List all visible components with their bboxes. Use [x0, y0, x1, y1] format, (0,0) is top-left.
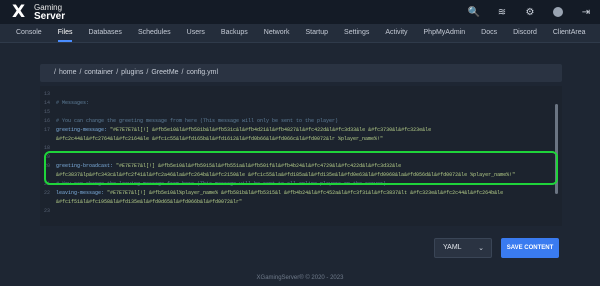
- gear-icon[interactable]: ⚙: [516, 0, 544, 24]
- code-line: 14 # Messages:: [40, 99, 562, 108]
- search-icon-glyph: 🔍: [467, 6, 481, 18]
- tab-activity[interactable]: Activity: [385, 24, 407, 42]
- search-icon[interactable]: 🔍: [460, 0, 488, 24]
- brand-mark: X: [12, 2, 26, 22]
- breadcrumb-item[interactable]: plugins: [121, 69, 143, 76]
- tab-discord[interactable]: Discord: [513, 24, 537, 42]
- tab-databases[interactable]: Databases: [88, 24, 121, 42]
- tab-settings[interactable]: Settings: [344, 24, 369, 42]
- line-number: 15: [43, 109, 50, 115]
- breadcrumb-separator: /: [54, 69, 56, 76]
- line-number: 23: [43, 208, 50, 214]
- top-bar: X Gaming Server 🔍 ≋ ⚙ ⇥: [0, 0, 600, 24]
- tab-backups[interactable]: Backups: [221, 24, 248, 42]
- brand-bottom: Server: [34, 11, 66, 22]
- nav-bar: Console Files Databases Schedules Users Backu…: [0, 24, 600, 43]
- tab-startup[interactable]: Startup: [305, 24, 328, 42]
- code-line: 16 # You can change the greeting message …: [40, 117, 562, 126]
- tab-docs[interactable]: Docs: [481, 24, 497, 42]
- line-number: 16: [43, 118, 50, 124]
- tab-network[interactable]: Network: [264, 24, 290, 42]
- tab-phpmyadmin[interactable]: PhpMyAdmin: [424, 24, 466, 42]
- format-select[interactable]: YAML ⌄: [434, 238, 492, 258]
- line-number: 22: [43, 190, 50, 196]
- line-number: 13: [43, 91, 50, 97]
- code-key-value: greeting-message: "#E7E7E7&l[!] &#fb5e10…: [56, 126, 431, 135]
- line-number: 14: [43, 100, 50, 106]
- code-line: &#fc1f51&l&#fc1958&l&#fd135e&l&#fd0d65&l…: [40, 198, 562, 207]
- brand-logo[interactable]: X Gaming Server: [12, 2, 102, 22]
- tab-users[interactable]: Users: [187, 24, 205, 42]
- tab-schedules[interactable]: Schedules: [138, 24, 171, 42]
- line-number: 17: [43, 127, 50, 133]
- code-text: &#fc1f51&l&#fc1958&l&#fd135e&l&#fd0d65&l…: [56, 199, 243, 205]
- code-value: "#E7E7E7&l[!] &#fb5e10&l&#fb581b&l&#fb53…: [110, 127, 432, 133]
- code-line: 22 leaving-message: "#E7E7E7&l[!] &#fb5e1…: [40, 189, 562, 198]
- avatar[interactable]: [544, 0, 572, 24]
- breadcrumb-separator: /: [181, 69, 184, 76]
- avatar-image: [553, 7, 563, 17]
- code-line: 17 greeting-message: "#E7E7E7&l[!] &#fb5e…: [40, 126, 562, 135]
- chevron-down-icon: ⌄: [478, 244, 484, 252]
- breadcrumb-separator: /: [146, 69, 149, 76]
- format-select-value: YAML: [443, 244, 462, 251]
- code-comment: # Messages:: [56, 100, 90, 106]
- code-key: leaving-message:: [56, 190, 105, 196]
- breadcrumb-item[interactable]: config.yml: [187, 69, 219, 76]
- tab-console[interactable]: Console: [16, 24, 42, 42]
- logout-icon[interactable]: ⇥: [572, 0, 600, 24]
- breadcrumb: / home / container / plugins / GreetMe / config.y…: [40, 64, 562, 82]
- code-key: greeting-message:: [56, 127, 108, 133]
- code-line: 15: [40, 108, 562, 117]
- top-icons: 🔍 ≋ ⚙ ⇥: [460, 0, 600, 24]
- highlight-box: [44, 151, 558, 185]
- breadcrumb-separator: /: [116, 69, 119, 76]
- breadcrumb-separator: /: [79, 69, 82, 76]
- code-line: 13: [40, 90, 562, 99]
- footer-text: XGamingServer® © 2020 - 2023: [256, 275, 344, 281]
- breadcrumb-item[interactable]: home: [59, 69, 77, 76]
- layers-icon[interactable]: ≋: [488, 0, 516, 24]
- nav-tabs: Console Files Databases Schedules Users Backu…: [0, 24, 600, 42]
- breadcrumb-item[interactable]: container: [84, 69, 113, 76]
- tab-clientarea[interactable]: ClientArea: [553, 24, 586, 42]
- code-comment: # You can change the greeting message fr…: [56, 118, 339, 124]
- code-line: 23: [40, 207, 562, 216]
- gear-icon-glyph: ⚙: [525, 6, 535, 18]
- save-content-button[interactable]: SAVE CONTENT: [501, 238, 559, 258]
- tab-files[interactable]: Files: [57, 24, 72, 42]
- code-key-value: leaving-message: "#E7E7E7&l[!] &#fb5e10&…: [56, 189, 503, 198]
- code-line: &#fc2c44&l&#fc2764&l&#fc2164&le &#fc1c55…: [40, 135, 562, 144]
- logout-icon-glyph: ⇥: [581, 6, 591, 18]
- code-value: "#E7E7E7&l[!] &#fb5e10&l%player_name% &#…: [107, 190, 504, 196]
- code-text: &#fc2c44&l&#fc2764&l&#fc2164&le &#fc1c55…: [56, 136, 384, 142]
- breadcrumb-item[interactable]: GreetMe: [151, 69, 178, 76]
- layers-icon-glyph: ≋: [497, 6, 507, 18]
